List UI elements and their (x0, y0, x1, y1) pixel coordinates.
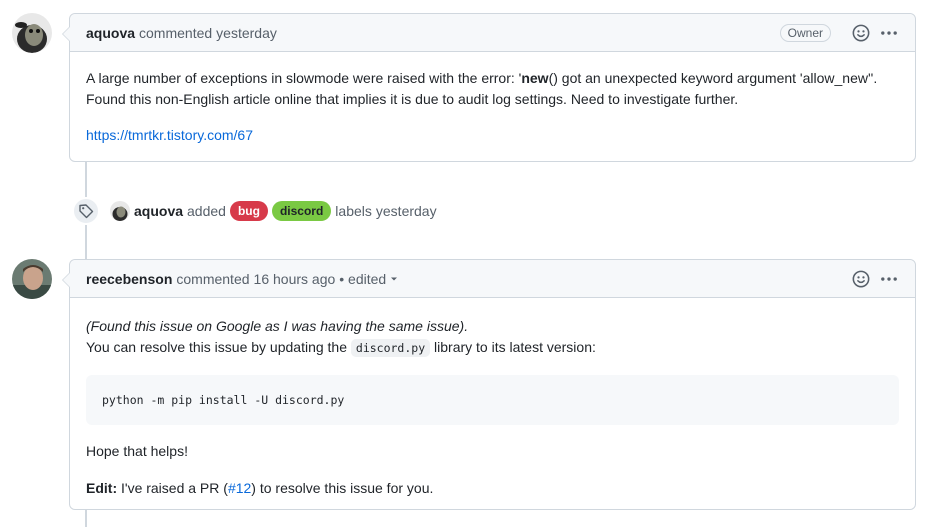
event-actor[interactable]: aquova (134, 203, 183, 219)
timeline-line (85, 162, 87, 197)
avatar-reecebenson[interactable] (12, 259, 52, 299)
comment-author[interactable]: aquova (86, 25, 135, 41)
label-bug[interactable]: bug (229, 201, 268, 221)
pr-link[interactable]: #12 (228, 480, 251, 496)
comment-action: commented (176, 270, 250, 287)
event-timestamp[interactable]: yesterday (376, 203, 437, 219)
article-link[interactable]: https://tmrtkr.tistory.com/67 (86, 127, 253, 143)
comment-author[interactable]: reecebenson (86, 271, 172, 287)
comment-paragraph: Edit: I've raised a PR (#12) to resolve … (86, 480, 434, 496)
comment-aquova: aquova commented yesterday Owner A large… (62, 13, 916, 162)
triangle-down-icon[interactable] (390, 275, 398, 283)
kebab-horizontal-icon[interactable] (879, 23, 899, 43)
avatar-aquova-small[interactable] (110, 201, 130, 221)
comment-body: (Found this issue on Google as I was hav… (70, 298, 915, 515)
code-block[interactable]: python -m pip install -U discord.py (86, 375, 899, 425)
comment-header: aquova commented yesterday Owner (70, 14, 915, 52)
comment-timestamp[interactable]: 16 hours ago (254, 271, 336, 287)
comment-paragraph: A large number of exceptions in slowmode… (86, 70, 878, 86)
tag-icon (72, 197, 100, 225)
kebab-horizontal-icon[interactable] (879, 269, 899, 289)
owner-badge: Owner (779, 23, 831, 42)
avatar-aquova[interactable] (12, 13, 52, 53)
comment-action: commented (139, 24, 213, 41)
comment-timestamp[interactable]: yesterday (216, 25, 277, 41)
edited-dropdown[interactable]: • edited (339, 271, 386, 287)
comment-paragraph: Found this non-English article online th… (86, 91, 739, 107)
comment-body: A large number of exceptions in slowmode… (70, 52, 915, 162)
comment-header: reecebenson commented 16 hours ago • edi… (70, 260, 915, 298)
comment-paragraph: Hope that helps! (86, 443, 188, 459)
event-action: added (187, 203, 226, 219)
event-suffix: labels (335, 203, 372, 219)
inline-code: discord.py (350, 339, 431, 357)
label-event: aquova added bug discord labels yesterda… (72, 197, 437, 225)
comment-reecebenson: reecebenson commented 16 hours ago • edi… (62, 259, 916, 510)
smiley-icon[interactable] (851, 269, 871, 289)
smiley-icon[interactable] (851, 23, 871, 43)
comment-paragraph: (Found this issue on Google as I was hav… (86, 318, 469, 334)
comment-paragraph: You can resolve this issue by updating t… (86, 339, 596, 357)
label-discord[interactable]: discord (271, 201, 332, 221)
timeline-line (85, 225, 87, 259)
